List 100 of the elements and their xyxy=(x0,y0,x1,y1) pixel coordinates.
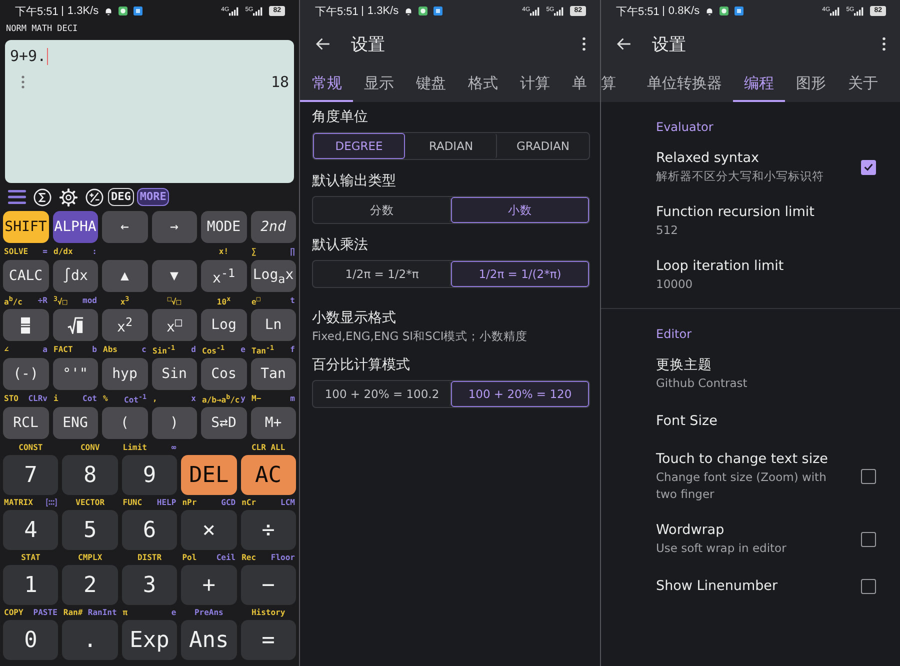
settings-icon[interactable] xyxy=(59,188,78,206)
preference-summary: 10000 xyxy=(656,276,694,293)
calculator-key[interactable]: × xyxy=(181,510,237,550)
bell-icon xyxy=(704,6,714,16)
calculator-key[interactable]: ▼ xyxy=(152,260,197,292)
calculator-key[interactable]: ÷ xyxy=(240,510,296,550)
calculator-key[interactable]: x$^{2}$ xyxy=(102,309,148,341)
settings-tab[interactable]: 关于 xyxy=(837,66,889,102)
calculator-key[interactable]: x$^{□}$ xyxy=(152,309,197,341)
shift-function-label: nPr xyxy=(182,496,197,508)
calculator-key[interactable]: DEL xyxy=(181,455,237,495)
calculator-key[interactable]: RCL xyxy=(3,407,48,439)
calculator-key[interactable]: 2nd xyxy=(250,211,296,243)
shift-function-label: i xyxy=(54,393,58,405)
calculator-key[interactable]: CALC xyxy=(3,260,48,292)
settings-tab[interactable]: 算 xyxy=(601,66,627,102)
calculator-key[interactable]: = xyxy=(240,620,296,660)
alpha-function-label: ∏ xyxy=(290,246,295,258)
calculator-key[interactable]: Sin xyxy=(152,358,197,390)
shift-function-label: FACT xyxy=(54,344,73,356)
calculator-key[interactable]: ← xyxy=(102,211,148,243)
more-button[interactable]: MORE xyxy=(136,188,170,206)
segment-option[interactable]: DEGREE xyxy=(313,133,405,159)
calculator-key[interactable]: SHIFT xyxy=(3,211,48,243)
checkbox[interactable] xyxy=(861,160,876,174)
angle-mode-button[interactable]: DEG xyxy=(108,188,134,206)
settings-tab[interactable]: 键盘 xyxy=(405,66,457,102)
calculator-key[interactable]: AC xyxy=(240,455,296,495)
more-options-icon[interactable] xyxy=(882,37,886,51)
calculator-key[interactable]: 1 xyxy=(3,565,58,605)
calculator-key[interactable]: Log xyxy=(201,309,246,341)
calculator-key[interactable]: 5 xyxy=(62,510,118,550)
calculator-key[interactable]: 7 xyxy=(3,455,58,495)
calculator-key[interactable] xyxy=(3,309,48,341)
calculator-key[interactable]: S⇄D xyxy=(201,407,246,439)
alpha-function-label: Floor xyxy=(270,552,295,564)
segment-option[interactable]: 1/2π = 1/(2*π) xyxy=(451,261,589,287)
calculator-key[interactable]: . xyxy=(62,620,118,660)
back-arrow-icon[interactable] xyxy=(315,36,331,52)
more-options-icon[interactable] xyxy=(582,37,586,51)
calculator-key[interactable]: ( xyxy=(102,407,148,439)
calculator-key[interactable]: → xyxy=(152,211,197,243)
calculator-key[interactable]: °'" xyxy=(52,358,98,390)
checkbox[interactable] xyxy=(861,532,876,546)
settings-tab[interactable]: 显示 xyxy=(353,66,405,102)
preference-summary: Change font size (Zoom) with two finger xyxy=(656,469,828,503)
calculator-key[interactable]: Ln xyxy=(250,309,296,341)
calculator-key[interactable]: ) xyxy=(152,407,197,439)
shift-function-label: STO xyxy=(4,393,18,405)
settings-tab[interactable]: 单 xyxy=(561,66,598,102)
calculator-key[interactable]: 3 xyxy=(122,565,178,605)
calculator-key[interactable]: Log$_{a}$x xyxy=(250,260,296,292)
segment-option[interactable]: RADIAN xyxy=(405,133,497,159)
shift-function-label: M− xyxy=(252,393,262,405)
calculator-key[interactable]: 0 xyxy=(3,620,58,660)
calculator-key[interactable]: ENG xyxy=(52,407,98,439)
calculator-key[interactable]: Ans xyxy=(181,620,237,660)
calculator-key[interactable]: MODE xyxy=(201,211,246,243)
calculator-key[interactable]: Tan xyxy=(250,358,296,390)
calculator-key[interactable]: ∫dx xyxy=(52,260,98,292)
more-vertical-icon[interactable] xyxy=(21,75,25,89)
shift-function-label: $^{3}$√□ xyxy=(54,294,68,309)
shift-function-label: CLR ALL xyxy=(251,442,286,454)
plus-minus-icon[interactable] xyxy=(85,188,104,206)
shift-function-label: $^{□}$√□ xyxy=(167,294,182,309)
calculator-key[interactable]: ▲ xyxy=(102,260,148,292)
sigma-icon[interactable] xyxy=(33,188,52,206)
settings-tab[interactable]: 格式 xyxy=(457,66,509,102)
calculator-key[interactable]: hyp xyxy=(102,358,148,390)
segment-option[interactable]: 小数 xyxy=(451,197,589,223)
segment-option[interactable]: 100 + 20% = 120 xyxy=(451,381,589,407)
alpha-function-label: LCM xyxy=(280,496,295,508)
shift-function-label: a/b→a$^{b}$/c xyxy=(202,392,240,407)
menu-icon[interactable] xyxy=(8,189,26,205)
preference-title: 更换主题 xyxy=(656,356,713,375)
calculator-key[interactable]: − xyxy=(240,565,296,605)
calculator-key[interactable]: 4 xyxy=(3,510,58,550)
shift-function-label: STAT xyxy=(21,552,40,564)
settings-tab[interactable]: 计算 xyxy=(509,66,561,102)
calculator-key[interactable]: + xyxy=(181,565,237,605)
calculator-key[interactable]: Exp xyxy=(122,620,178,660)
calculator-key[interactable]: ALPHA xyxy=(52,211,98,243)
calculator-key[interactable] xyxy=(52,309,98,341)
calculator-key[interactable]: 9 xyxy=(122,455,178,495)
calculator-key[interactable]: M+ xyxy=(250,407,296,439)
calculator-key[interactable]: x$^{-1}$ xyxy=(201,260,246,292)
calculator-key[interactable]: (-) xyxy=(3,358,48,390)
back-arrow-icon[interactable] xyxy=(616,36,632,52)
shift-function-label: Cos$^{-1}$ xyxy=(202,343,224,358)
calculator-key[interactable]: 2 xyxy=(62,565,118,605)
screen-title: 设置 xyxy=(351,34,386,56)
checkbox[interactable] xyxy=(861,578,876,594)
calculator-key[interactable]: 6 xyxy=(122,510,178,550)
checkbox[interactable] xyxy=(861,469,876,484)
settings-tab[interactable]: 单位转换器 xyxy=(627,66,733,102)
calculator-key[interactable]: 8 xyxy=(62,455,118,495)
calculator-key[interactable]: Cos xyxy=(201,358,246,390)
settings-tab[interactable]: 图形 xyxy=(785,66,837,102)
shift-function-label: Pol xyxy=(182,552,197,564)
segment-option[interactable]: GRADIAN xyxy=(497,133,589,159)
